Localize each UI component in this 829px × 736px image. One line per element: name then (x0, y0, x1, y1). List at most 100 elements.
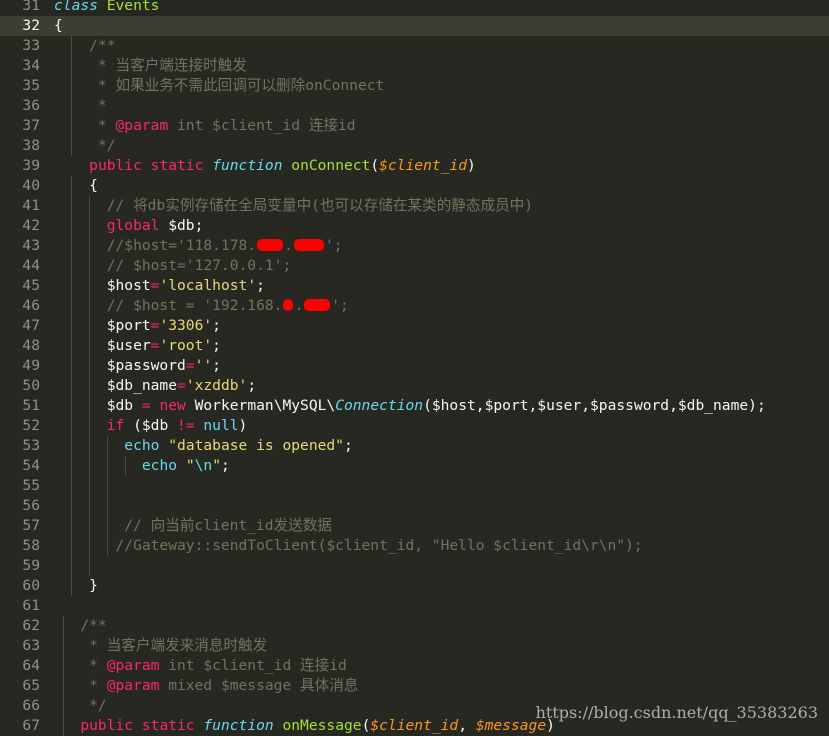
code-token: */ (54, 137, 116, 154)
code-token: Events (106, 0, 160, 14)
code-token: = (141, 397, 151, 414)
code-line[interactable]: 31 class Events (0, 0, 829, 16)
line-number: 34 (22, 57, 40, 74)
code-line[interactable]: 46 // $host = '192.168.. '; (0, 296, 829, 316)
code-line[interactable]: 33 /** (0, 36, 829, 56)
code-line[interactable]: 48 $user='root'; (0, 336, 829, 356)
code-token: $user (54, 337, 151, 354)
line-number: 56 (22, 497, 40, 514)
code-token: ($host,$port,$user,$password,$db_name); (423, 397, 766, 414)
line-number: 57 (22, 517, 40, 534)
line-number: 50 (22, 377, 40, 394)
line-number: 62 (22, 617, 40, 634)
code-token: @param (106, 657, 160, 674)
code-line[interactable]: 40 { (0, 176, 829, 196)
code-text: // 将db实例存储在全局变量中(也可以存储在某类的静态成员中) (54, 196, 533, 216)
code-token: // 向当前client_id发送数据 (54, 517, 332, 534)
code-token: onConnect (291, 157, 371, 174)
code-line[interactable]: 65 * @param mixed $message 具体消息 (0, 676, 829, 696)
code-token: echo (141, 457, 178, 474)
code-token: function (203, 717, 274, 734)
code-line[interactable]: 47 $port='3306'; (0, 316, 829, 336)
code-token: * 如果业务不需此回调可以删除onConnect (54, 77, 385, 94)
code-line[interactable]: 55 (0, 476, 829, 496)
line-number: 44 (22, 257, 40, 274)
code-line[interactable]: 36 * (0, 96, 829, 116)
code-text: } (54, 576, 98, 596)
code-line[interactable]: 39 public static function onConnect($cli… (0, 156, 829, 176)
code-token: 'root' (159, 337, 213, 354)
line-number: 64 (22, 657, 40, 674)
code-token: ( (370, 157, 380, 174)
code-text: { (54, 16, 63, 36)
indent-guide (89, 496, 90, 516)
code-token: ; (212, 357, 221, 374)
indent-guide (89, 476, 90, 496)
code-token: */ (54, 697, 107, 714)
code-line[interactable]: 56 (0, 496, 829, 516)
code-line[interactable]: 64 * @param int $client_id 连接id (0, 656, 829, 676)
line-number: 52 (22, 417, 40, 434)
code-token: = (177, 377, 186, 394)
code-token: $port (54, 317, 151, 334)
code-line[interactable]: 63 * 当客户端发来消息时触发 (0, 636, 829, 656)
code-line[interactable]: 32 { (0, 16, 829, 36)
code-line[interactable]: 44 // $host='127.0.0.1'; (0, 256, 829, 276)
code-line[interactable]: 54 echo "\n"; (0, 456, 829, 476)
code-line[interactable]: 59 (0, 556, 829, 576)
code-token: $db (54, 397, 142, 414)
code-line[interactable]: 62 /** (0, 616, 829, 636)
code-token: { (54, 177, 98, 194)
line-number: 65 (22, 677, 40, 694)
indent-guide (71, 556, 72, 576)
code-token: $db_name (54, 377, 178, 394)
code-line[interactable]: 35 * 如果业务不需此回调可以删除onConnect (0, 76, 829, 96)
code-text: */ (54, 136, 116, 156)
code-token: ($db (124, 417, 178, 434)
code-line[interactable]: 60 } (0, 576, 829, 596)
line-number: 55 (22, 477, 40, 494)
code-line[interactable]: 61 (0, 596, 829, 616)
code-token: != (177, 417, 195, 434)
code-line[interactable]: 49 $password=''; (0, 356, 829, 376)
code-line[interactable]: 43 //$host='118.178.. '; (0, 236, 829, 256)
code-token: " (212, 457, 221, 474)
indent-guide (71, 496, 72, 516)
code-line[interactable]: 52 if ($db != null) (0, 416, 829, 436)
code-token: $db; (159, 217, 204, 234)
code-line[interactable]: 41 // 将db实例存储在全局变量中(也可以存储在某类的静态成员中) (0, 196, 829, 216)
code-text: * @param int $client_id 连接id (54, 116, 356, 136)
code-token: mixed $message 具体消息 (159, 677, 359, 694)
code-token: * (54, 677, 107, 694)
code-line[interactable]: 53 echo "database is opened"; (0, 436, 829, 456)
code-line[interactable]: 57 // 向当前client_id发送数据 (0, 516, 829, 536)
code-token: ; (212, 317, 221, 334)
code-line[interactable]: 42 global $db; (0, 216, 829, 236)
code-text: * (54, 96, 107, 116)
code-line[interactable]: 50 $db_name='xzddb'; (0, 376, 829, 396)
code-text: if ($db != null) (54, 416, 248, 436)
code-line[interactable]: 58 //Gateway::sendToClient($client_id, "… (0, 536, 829, 556)
line-number: 35 (22, 77, 40, 94)
redaction-mark (293, 239, 324, 251)
code-token: ; (221, 457, 230, 474)
code-token: //$host='118.178. (54, 237, 257, 254)
code-line[interactable]: 34 * 当客户端连接时触发 (0, 56, 829, 76)
code-line[interactable]: 37 * @param int $client_id 连接id (0, 116, 829, 136)
code-token: static (150, 157, 204, 174)
line-number: 51 (22, 397, 40, 414)
code-token: class (54, 0, 98, 14)
code-editor[interactable]: 31 class Events 32{33 /** 34 * 当客户端连接时触发 35 … (0, 0, 829, 736)
code-token: onMessage (282, 717, 362, 734)
code-line[interactable]: 45 $host='localhost'; (0, 276, 829, 296)
code-token: * (54, 657, 107, 674)
code-line[interactable]: 51 $db = new Workerman\MySQL\Connection(… (0, 396, 829, 416)
code-line[interactable]: 38 */ (0, 136, 829, 156)
code-token: Workerman\MySQL\ (185, 397, 336, 414)
